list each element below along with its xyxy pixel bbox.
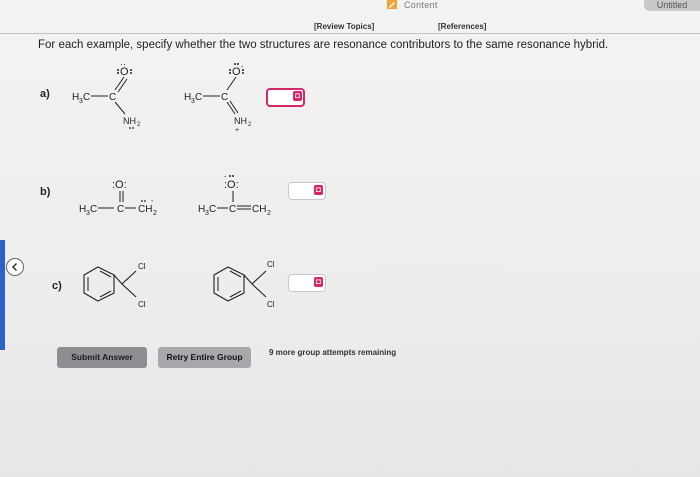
structure-c2: Cl Cl <box>213 260 275 309</box>
attempts-remaining-text: 9 more group attempts remaining <box>269 348 397 357</box>
svg-text:Cl: Cl <box>267 260 275 269</box>
structure-a2: H3C C O - NH 2 + <box>184 63 252 134</box>
svg-text:C: C <box>90 204 97 215</box>
svg-text:NH: NH <box>123 116 136 126</box>
tab-content[interactable]: Content <box>400 0 442 10</box>
back-button[interactable] <box>6 258 24 276</box>
structure-b1: :O: H3C C CH 2 - <box>79 179 157 217</box>
submit-answer-button[interactable]: Submit Answer <box>57 347 147 368</box>
svg-text::O:: :O: <box>112 179 127 191</box>
answer-select-c[interactable]: ◘ <box>288 274 326 292</box>
svg-text:··: ·· <box>120 62 126 69</box>
references-link[interactable]: [References] <box>438 22 486 31</box>
tab-untitled[interactable]: Untitled <box>644 0 700 11</box>
svg-text:CH: CH <box>138 204 152 215</box>
svg-text:+: + <box>235 127 239 134</box>
svg-text:C: C <box>229 204 236 215</box>
browser-top-bar: Content Untitled <box>0 0 700 16</box>
item-label-b: b) <box>40 186 51 198</box>
structure-c1: Cl Cl <box>83 262 146 309</box>
review-topics-link[interactable]: [Review Topics] <box>314 22 374 31</box>
svg-text:CH: CH <box>252 204 266 215</box>
pen-icon <box>387 0 397 9</box>
answer-select-b[interactable]: ◘ <box>288 182 326 200</box>
svg-text:2: 2 <box>137 122 141 128</box>
structure-a1: H3C C O ·· NH 2 <box>72 62 141 129</box>
divider <box>0 33 700 34</box>
chevron-left-icon <box>11 262 18 272</box>
dropdown-icon: ◘ <box>314 185 323 195</box>
answer-select-a[interactable]: ◘ <box>266 88 305 107</box>
svg-text:2: 2 <box>153 210 157 217</box>
svg-text:Cl: Cl <box>138 300 146 309</box>
page: Content Untitled [Review Topics] [Refere… <box>0 0 700 477</box>
svg-text:C: C <box>83 92 90 103</box>
structure-b2: :O: - H3C C CH 2 <box>198 174 271 217</box>
svg-text:C: C <box>195 92 202 103</box>
dropdown-icon: ◘ <box>293 91 302 101</box>
dropdown-icon: ◘ <box>314 277 323 287</box>
svg-text:C: C <box>221 92 228 103</box>
question-text: For each example, specify whether the tw… <box>38 39 609 51</box>
svg-text:2: 2 <box>248 122 252 128</box>
svg-text:C: C <box>109 92 116 103</box>
svg-text:NH: NH <box>234 116 247 126</box>
svg-text:O: O <box>232 66 241 78</box>
svg-text:Cl: Cl <box>267 300 275 309</box>
retry-group-button[interactable]: Retry Entire Group <box>158 347 251 368</box>
svg-text:C: C <box>117 204 124 215</box>
sidebar-strip <box>0 240 5 350</box>
svg-text:Cl: Cl <box>138 262 146 271</box>
svg-text:2: 2 <box>267 210 271 217</box>
svg-text:C: C <box>209 204 216 215</box>
svg-text:-: - <box>151 198 154 205</box>
item-label-a: a) <box>40 88 50 100</box>
item-label-c: c) <box>52 280 62 292</box>
